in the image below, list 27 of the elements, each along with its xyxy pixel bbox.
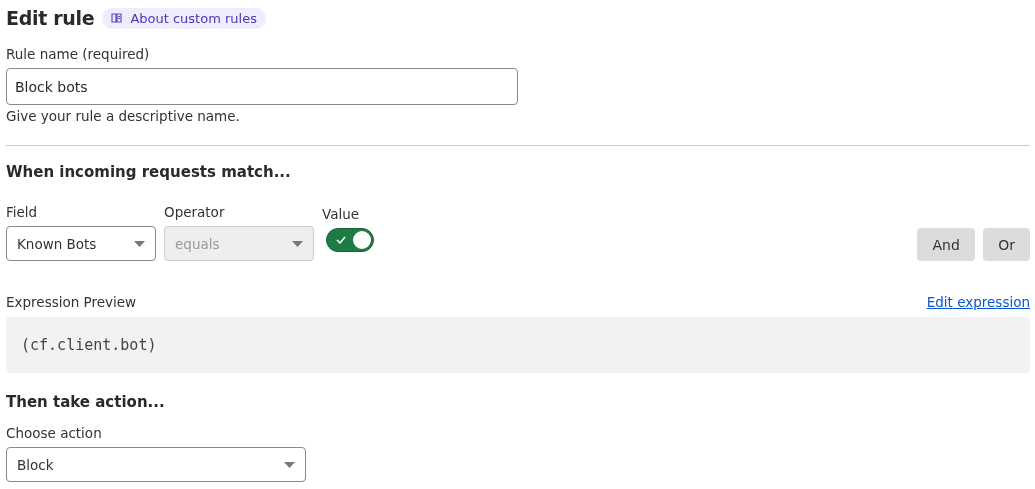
section-heading: Then take action... [6, 393, 166, 411]
field-label: Rule name (required) [6, 46, 151, 62]
logic-button[interactable]: And [917, 228, 976, 261]
field-label: Value [322, 206, 361, 222]
toggle-switch[interactable] [326, 228, 374, 252]
help-link[interactable]: About custom rules [102, 7, 266, 29]
field-label: Operator [164, 204, 226, 220]
rule-name-field[interactable]: Block bots [6, 68, 518, 105]
logic-button[interactable]: Or [983, 228, 1030, 261]
caret-icon [284, 461, 295, 468]
hint-text: Give your rule a descriptive name. [6, 108, 241, 124]
dropdown[interactable]: Block [6, 447, 306, 482]
dropdown-value: Known Bots [17, 235, 97, 252]
caret-icon [292, 240, 303, 247]
field-label: Field [6, 204, 39, 220]
check-icon [336, 236, 346, 244]
caret-icon [134, 240, 145, 247]
page-title: Edit rule [6, 7, 95, 29]
edit-expression-link[interactable]: Edit expression [926, 294, 1030, 310]
expression-preview: (cf.client.bot) [6, 317, 1030, 373]
field-label: Expression Preview [6, 294, 137, 310]
dropdown-value: equals [175, 235, 220, 252]
dropdown[interactable]: Known Bots [6, 226, 156, 261]
book-icon [111, 13, 123, 23]
section-heading: When incoming requests match... [6, 163, 292, 181]
field-label: Choose action [6, 425, 103, 441]
dropdown-value: Block [17, 456, 54, 473]
